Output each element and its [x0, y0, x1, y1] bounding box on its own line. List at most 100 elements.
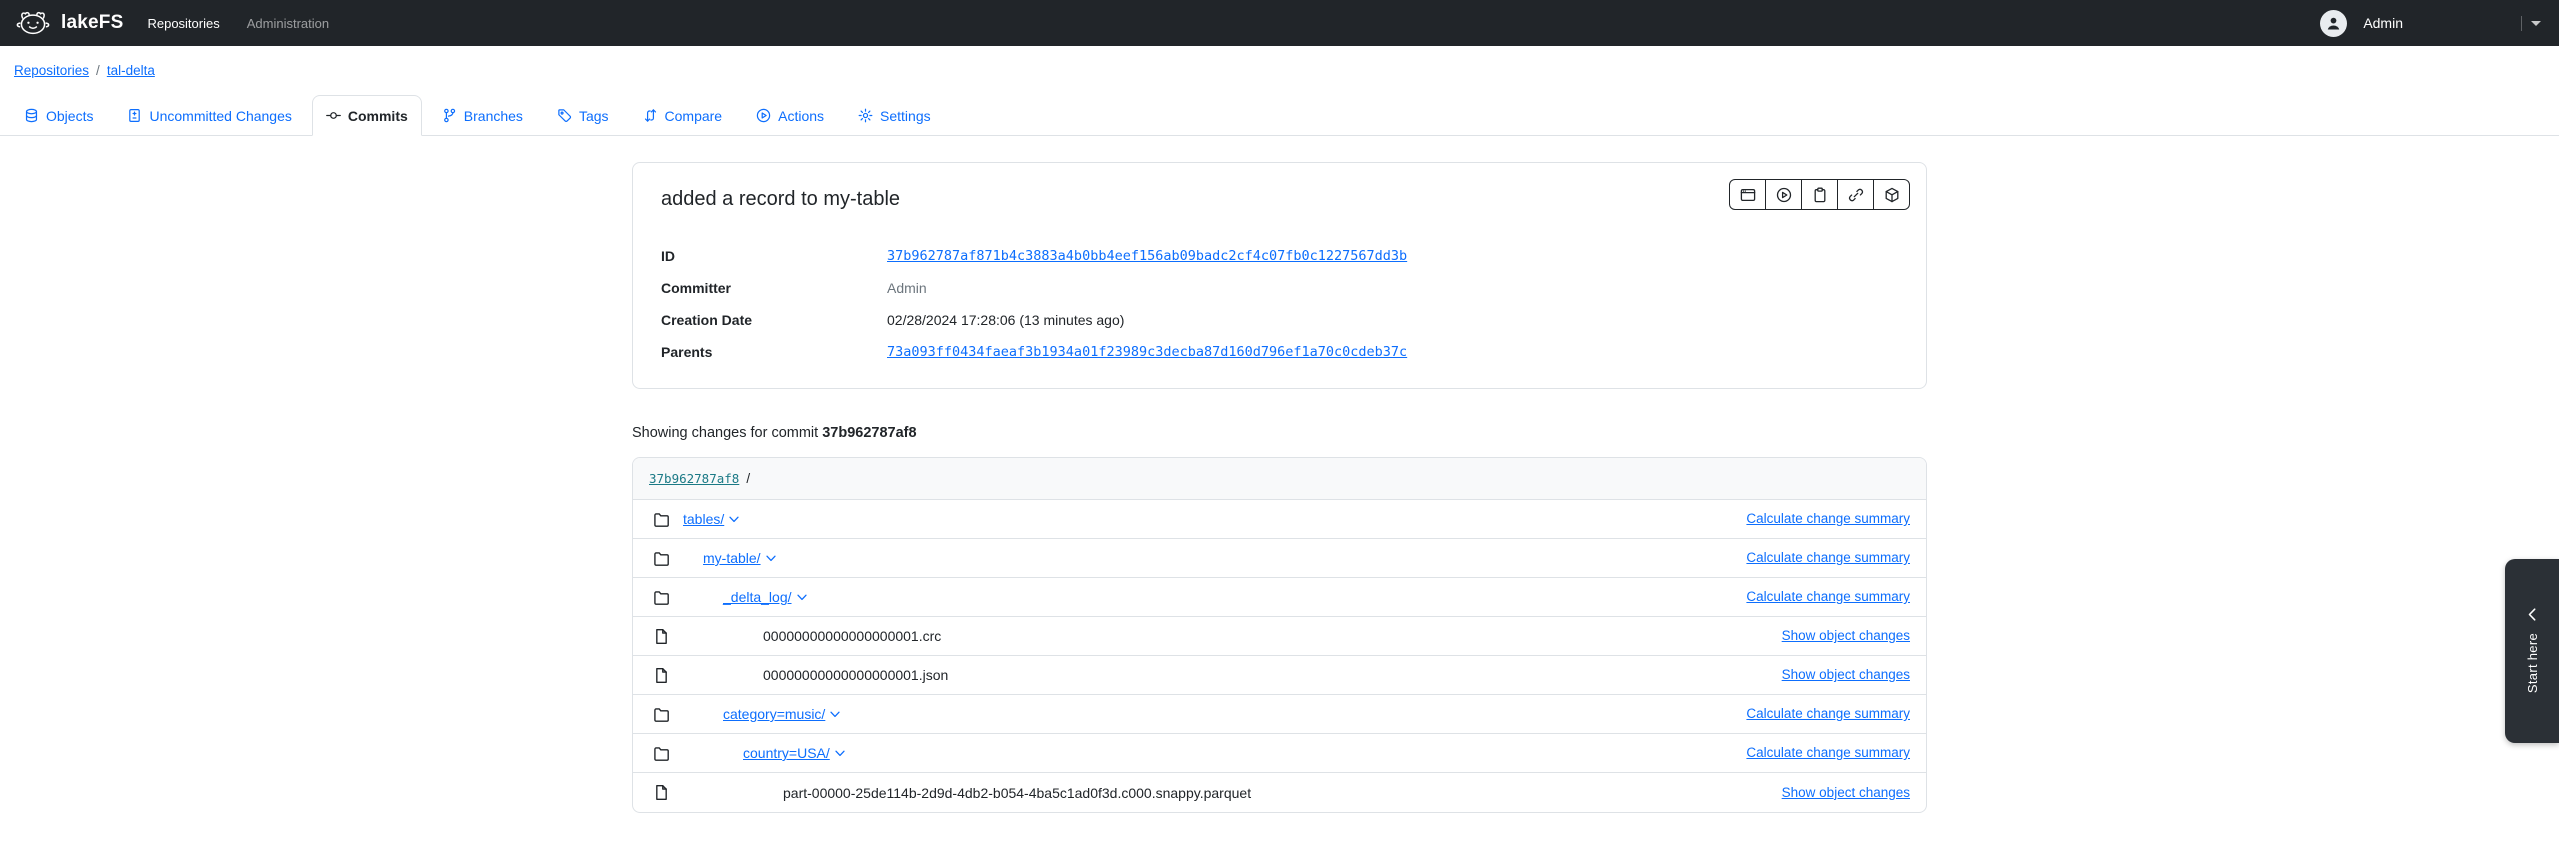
chevron-down-icon[interactable] — [797, 594, 807, 601]
entry-name: my-table/ — [670, 550, 776, 566]
row-action: Calculate change summary — [1746, 549, 1910, 567]
compare-icon — [643, 108, 658, 123]
change-row: category=music/Calculate change summary — [633, 695, 1926, 734]
change-row: part-00000-25de114b-2d9d-4db2-b054-4ba5c… — [633, 773, 1926, 812]
changes-summary: Showing changes for commit 37b962787af8 — [632, 425, 1927, 441]
tab-label: Uncommitted Changes — [149, 108, 291, 124]
tab-tags[interactable]: Tags — [543, 95, 623, 136]
folder-icon — [653, 745, 670, 762]
navbar-divider — [2521, 16, 2522, 31]
row-action: Show object changes — [1782, 784, 1910, 802]
entry-name: 00000000000000000001.json — [670, 667, 948, 683]
field-label: Parents — [661, 344, 887, 360]
commit-metadata: ID37b962787af871b4c3883a4b0bb4eef156ab09… — [661, 240, 1898, 368]
commit-action-window-button[interactable] — [1729, 179, 1766, 210]
caret-down-icon[interactable] — [2531, 21, 2541, 26]
entry-name: category=music/ — [670, 706, 840, 722]
user-avatar[interactable] — [2320, 10, 2347, 37]
tab-label: Compare — [665, 108, 723, 124]
tab-label: Actions — [778, 108, 824, 124]
commit-field-id: ID37b962787af871b4c3883a4b0bb4eef156ab09… — [661, 240, 1898, 272]
brand[interactable]: lakeFS — [14, 9, 123, 38]
brand-title[interactable]: lakeFS — [61, 12, 123, 34]
calculate-change-summary-link[interactable]: Calculate change summary — [1746, 706, 1910, 721]
tab-uncommitted-changes[interactable]: Uncommitted Changes — [113, 95, 305, 136]
dir-link-tables[interactable]: tables/ — [683, 511, 724, 527]
user-menu-toggle[interactable] — [2521, 16, 2541, 31]
change-row: country=USA/Calculate change summary — [633, 734, 1926, 773]
repository-tabs: Objects Uncommitted Changes Commits Branche… — [0, 95, 2559, 136]
parents-commit-link[interactable]: 73a093ff0434faeaf3b1934a01f23989c3decba8… — [887, 344, 1407, 360]
commit-action-play-circle-button[interactable] — [1765, 179, 1802, 210]
tab-label: Commits — [348, 108, 408, 124]
calculate-change-summary-link[interactable]: Calculate change summary — [1746, 589, 1910, 604]
commit-action-cube-button[interactable] — [1873, 179, 1910, 210]
dir-link-my-table[interactable]: my-table/ — [703, 550, 761, 566]
breadcrumb-link-repositories[interactable]: Repositories — [14, 63, 89, 78]
window-icon — [1740, 187, 1756, 203]
play-circle-icon — [1776, 187, 1792, 203]
commit-field-committer: CommitterAdmin — [661, 272, 1898, 304]
field-value: 02/28/2024 17:28:06 (13 minutes ago) — [887, 312, 1124, 328]
commit-action-link-button[interactable] — [1837, 179, 1874, 210]
calculate-change-summary-link[interactable]: Calculate change summary — [1746, 550, 1910, 565]
show-object-changes-link[interactable]: Show object changes — [1782, 785, 1910, 800]
commit-field-creation-date: Creation Date02/28/2024 17:28:06 (13 min… — [661, 304, 1898, 336]
tab-branches[interactable]: Branches — [428, 95, 537, 136]
play-circle-icon — [756, 108, 771, 123]
field-label: Committer — [661, 280, 887, 296]
entry-name: tables/ — [670, 511, 739, 527]
tab-compare[interactable]: Compare — [629, 95, 737, 136]
user-name[interactable]: Admin — [2363, 15, 2403, 31]
show-object-changes-link[interactable]: Show object changes — [1782, 628, 1910, 643]
path-separator: / — [746, 471, 750, 486]
lakefs-logo-icon — [14, 9, 52, 38]
chevron-down-icon[interactable] — [835, 750, 845, 757]
row-action: Calculate change summary — [1746, 588, 1910, 606]
field-label: ID — [661, 248, 887, 264]
id-commit-link[interactable]: 37b962787af871b4c3883a4b0bb4eef156ab09ba… — [887, 248, 1407, 264]
commit-path-link[interactable]: 37b962787af8 — [649, 471, 739, 486]
tab-settings[interactable]: Settings — [844, 95, 945, 136]
folder-icon — [653, 706, 670, 723]
change-row: tables/Calculate change summary — [633, 500, 1926, 539]
person-icon — [2325, 15, 2342, 32]
start-here-tab[interactable]: Start here — [2505, 559, 2559, 743]
chevron-down-icon[interactable] — [830, 711, 840, 718]
file-icon — [653, 628, 670, 645]
nav-item-administration[interactable]: Administration — [247, 16, 329, 31]
commit-action-clipboard-button[interactable] — [1801, 179, 1838, 210]
user-menu[interactable]: Admin — [2320, 10, 2403, 37]
tab-actions[interactable]: Actions — [742, 95, 838, 136]
calculate-change-summary-link[interactable]: Calculate change summary — [1746, 745, 1910, 760]
nav-item-repositories[interactable]: Repositories — [147, 16, 219, 31]
chevron-down-icon[interactable] — [766, 555, 776, 562]
summary-commit-id: 37b962787af8 — [822, 425, 916, 441]
dir-link-delta-log[interactable]: _delta_log/ — [723, 589, 792, 605]
changes-summary-text: Showing changes for commit — [632, 425, 822, 441]
tab-commits[interactable]: Commits — [312, 95, 422, 136]
tab-label: Settings — [880, 108, 931, 124]
dir-link-country-usa[interactable]: country=USA/ — [743, 745, 830, 761]
changes-table: 37b962787af8 / tables/Calculate change s… — [632, 457, 1927, 813]
file-name: 00000000000000000001.crc — [763, 628, 941, 644]
file-name: 00000000000000000001.json — [763, 667, 948, 683]
dir-link-category-music[interactable]: category=music/ — [723, 706, 825, 722]
navbar: lakeFS Repositories Administration Admin — [0, 0, 2559, 46]
navbar-links: Repositories Administration — [147, 16, 329, 31]
file-diff-icon — [127, 108, 142, 123]
field-value: Admin — [887, 280, 927, 296]
show-object-changes-link[interactable]: Show object changes — [1782, 667, 1910, 682]
breadcrumb-separator: / — [96, 63, 100, 78]
breadcrumb-link-repo-name[interactable]: tal-delta — [107, 63, 155, 78]
calculate-change-summary-link[interactable]: Calculate change summary — [1746, 511, 1910, 526]
folder-icon — [653, 550, 670, 567]
change-row: my-table/Calculate change summary — [633, 539, 1926, 578]
entry-name: _delta_log/ — [670, 589, 807, 605]
row-action: Calculate change summary — [1746, 705, 1910, 723]
change-row: 00000000000000000001.crc Show object chan… — [633, 617, 1926, 656]
tab-objects[interactable]: Objects — [10, 95, 107, 136]
main-content: added a record to my-table ID37b962787af… — [632, 162, 1927, 813]
chevron-down-icon[interactable] — [729, 516, 739, 523]
tab-label: Branches — [464, 108, 523, 124]
